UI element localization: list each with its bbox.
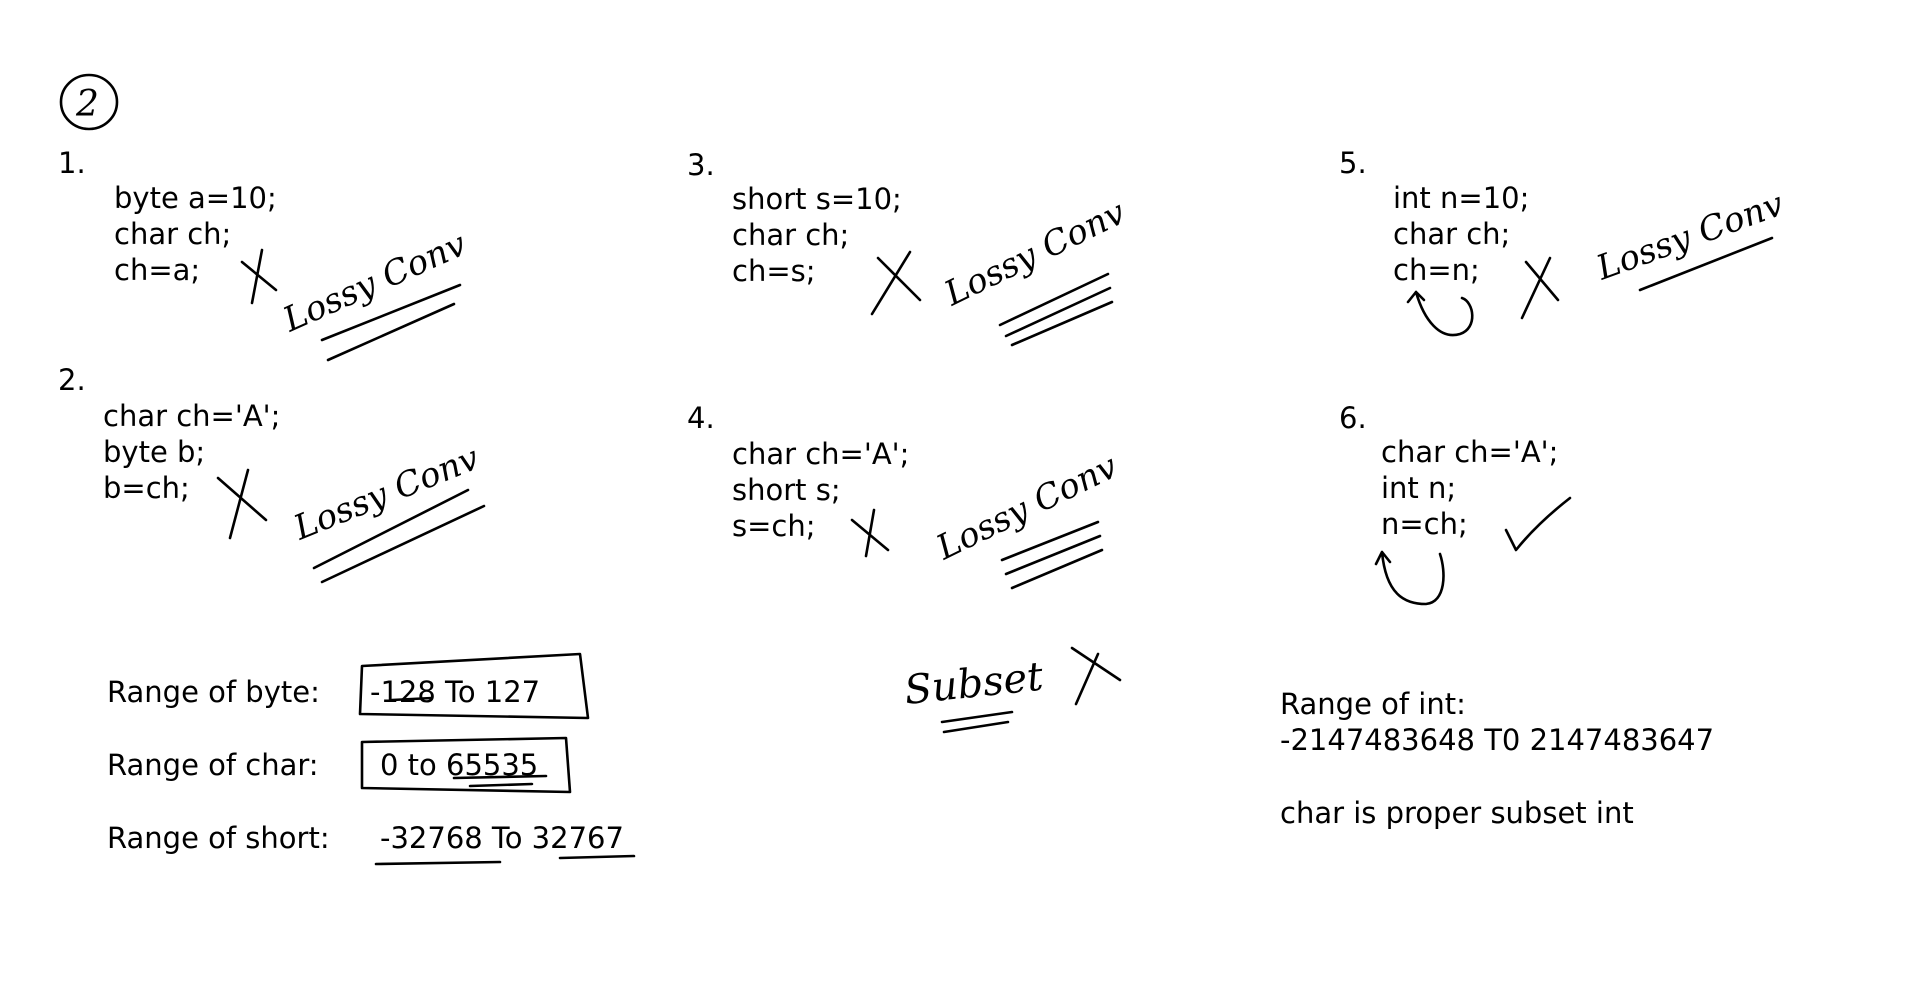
loop-arrow-icon [1374,550,1445,606]
code-line: char ch; [1393,217,1511,251]
code-line: s=ch; [732,509,816,543]
code-line: char ch; [732,218,850,252]
example-6-code: char ch='A'; int n; n=ch; [1381,434,1558,542]
subset-note: Subset [902,654,1046,714]
code-line: char ch='A'; [1381,435,1559,469]
page-marker: 2 [59,73,119,131]
underline-mark [312,488,470,570]
range-short-value: -32768 To 32767 [380,821,624,855]
subset-annotation: Subset [902,646,1122,734]
underline-mark [468,782,534,788]
range-byte-label: Range of byte: [107,675,320,709]
underline-mark [320,283,462,342]
underline-mark [558,854,636,860]
code-line: int n=10; [1393,181,1530,215]
example-1-number: 1. [58,146,86,180]
code-line: ch=s; [732,254,816,288]
example-4-number: 4. [687,401,715,435]
lossy-conv-note: Lossy Conv [930,446,1124,568]
lossy-conv-note: Lossy Conv [276,224,472,340]
cross-mark-icon [1070,646,1122,706]
example-3-number: 3. [687,148,715,182]
underline-mark [940,710,1014,724]
range-short-label: Range of short: [107,821,330,855]
example-3-annotation: Lossy Conv [870,192,1132,347]
underline-mark [320,504,486,584]
code-line: char ch; [114,217,232,251]
underline-mark [1010,548,1104,590]
underline-mark [998,272,1110,327]
code-line: short s; [732,473,841,507]
example-5-number: 5. [1339,146,1367,180]
notes-page: 1. 2. 3. 4. 5. 6. byte a=10; char ch; ch… [0,0,1920,1001]
code-line: n=ch; [1381,507,1468,541]
lossy-conv-note: Lossy Conv [1590,184,1788,289]
code-line: ch=n; [1393,253,1480,287]
underline-mark [374,860,502,866]
example-5-code: int n=10; char ch; ch=n; [1393,180,1529,288]
example-3-code: short s=10; char ch; ch=s; [732,181,902,289]
example-2-code: char ch='A'; byte b; b=ch; [103,398,280,506]
code-line: ch=a; [114,253,201,287]
subset-statement: char is proper subset int [1280,796,1634,830]
range-int-label: Range of int: [1280,687,1466,721]
underline-mark [942,720,1010,734]
underline-mark [1638,236,1774,292]
lossy-conv-note: Lossy Conv [287,438,484,549]
range-byte-value: -128 To 127 [370,675,541,709]
example-4-code: char ch='A'; short s; s=ch; [732,436,909,544]
page-marker-digit: 2 [75,84,99,125]
underline-mark [1010,300,1114,347]
code-line: byte b; [103,435,206,469]
lossy-conv-note: Lossy Conv [938,192,1132,314]
underline-mark [1000,520,1100,562]
code-line: byte a=10; [114,181,277,215]
loop-arrow-icon [1406,290,1474,337]
code-line: char ch='A'; [103,399,281,433]
example-1-code: byte a=10; char ch; ch=a; [114,180,277,288]
example-2-number: 2. [58,363,86,397]
range-int-value: -2147483648 T0 2147483647 [1280,723,1715,757]
code-line: short s=10; [732,182,902,216]
range-char-value: 0 to 65535 [380,748,539,782]
underline-mark [326,302,456,362]
code-line: b=ch; [103,471,190,505]
underline-mark [1004,534,1102,576]
code-line: int n; [1381,471,1457,505]
code-line: char ch='A'; [732,437,910,471]
underline-mark [1004,286,1112,338]
range-char-label: Range of char: [107,748,319,782]
example-6-number: 6. [1339,401,1367,435]
